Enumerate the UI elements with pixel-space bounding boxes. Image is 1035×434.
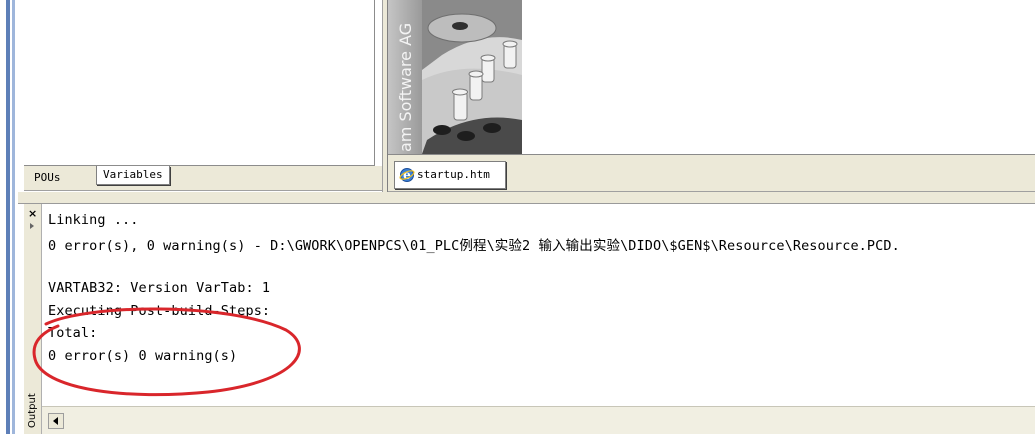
close-icon[interactable]: × <box>28 207 37 220</box>
red-annotation-ellipse <box>32 307 301 397</box>
tab-startup-htm[interactable]: e startup.htm <box>394 161 506 189</box>
horizontal-splitter[interactable] <box>18 192 1035 204</box>
tab-startup-label: startup.htm <box>417 168 490 181</box>
lab-photo-image <box>422 0 522 154</box>
horizontal-scrollbar[interactable] <box>42 406 1035 434</box>
tab-variables[interactable]: Variables <box>96 166 170 185</box>
svg-text:am Software AG: am Software AG <box>396 23 415 152</box>
pin-arrow-icon[interactable] <box>30 223 34 229</box>
log-line: 0 error(s), 0 warning(s) - D:\GWORK\OPEN… <box>48 238 900 254</box>
internet-explorer-icon: e <box>399 168 415 182</box>
window-frame-strip <box>0 0 18 434</box>
log-line: VARTAB32: Version VarTab: 1 <box>48 280 271 296</box>
document-tabstrip: e startup.htm <box>388 155 1035 192</box>
project-tabstrip: POUs Variables <box>24 166 382 191</box>
tab-pous[interactable]: POUs <box>28 168 67 188</box>
splash-vertical-text: am Software AG <box>396 23 415 152</box>
project-tree-pane[interactable] <box>24 0 375 166</box>
log-line: Linking ... <box>48 212 139 228</box>
scroll-left-button[interactable] <box>48 413 64 429</box>
splash-vertical-band: am Software AG <box>388 0 422 154</box>
arrow-left-icon <box>53 417 58 425</box>
svg-text:e: e <box>403 168 411 182</box>
